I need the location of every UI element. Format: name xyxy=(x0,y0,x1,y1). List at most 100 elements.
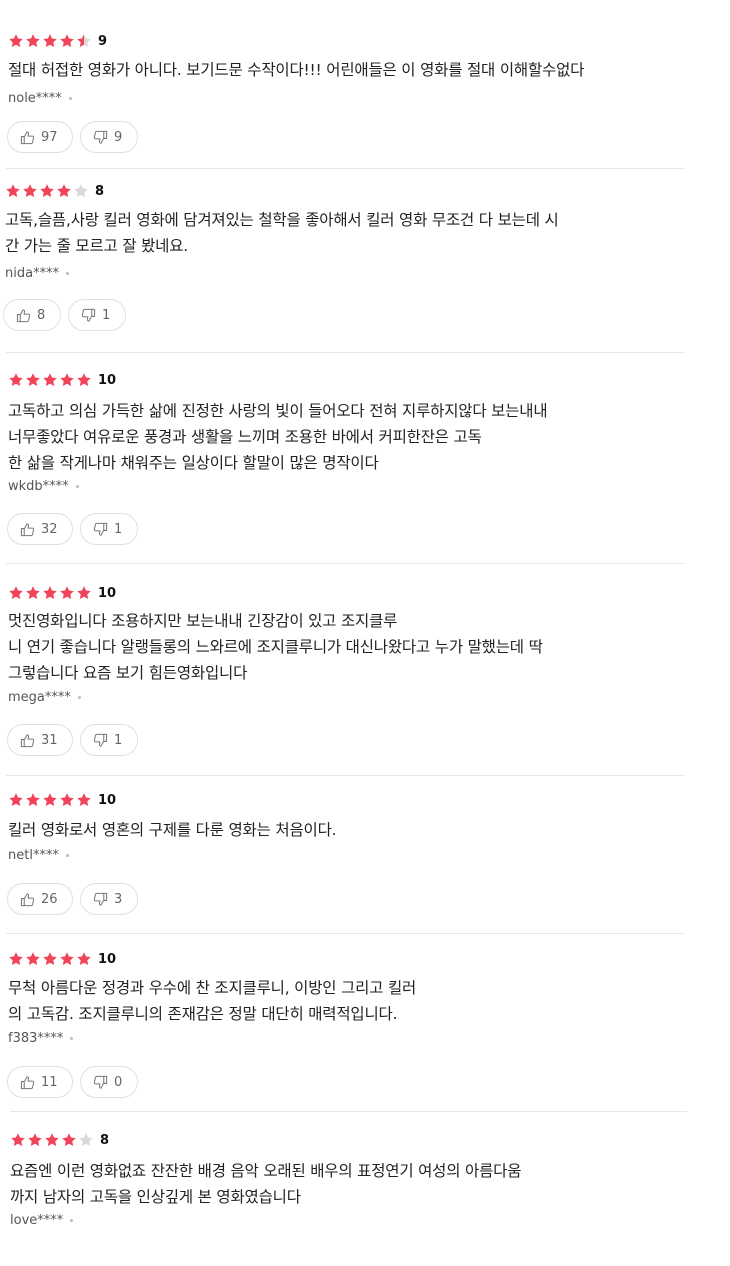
rating: 10 xyxy=(8,949,116,969)
star-filled-icon xyxy=(25,792,41,808)
dislike-button[interactable]: 1 xyxy=(68,299,126,331)
reviewer: f383**** xyxy=(8,1031,74,1046)
star-filled-icon xyxy=(42,951,58,967)
reviewer-id: love**** xyxy=(10,1213,64,1228)
star-rating xyxy=(8,792,93,808)
dislike-count: 0 xyxy=(114,1074,123,1090)
review-text: 고독하고 의심 가득한 삶에 진정한 사랑의 빛이 들어오다 전혀 지루하지않다… xyxy=(8,402,548,472)
review-list: 9 절대 허접한 영화가 아니다. 보기드문 수작이다!!! 어린애들은 이 영… xyxy=(0,0,730,1266)
dislike-button[interactable]: 1 xyxy=(80,513,138,545)
rating: 8 xyxy=(10,1130,109,1150)
star-filled-icon xyxy=(42,372,58,388)
star-empty-icon xyxy=(78,1132,94,1148)
thumbs-up-icon xyxy=(20,1075,35,1089)
star-filled-icon xyxy=(8,372,24,388)
like-count: 26 xyxy=(41,891,58,907)
vote-buttons: 8 1 xyxy=(3,299,133,331)
star-filled-icon xyxy=(76,372,92,388)
reviewer-id: mega**** xyxy=(8,690,71,705)
dislike-count: 1 xyxy=(114,521,123,537)
star-rating xyxy=(10,1132,95,1148)
star-filled-icon xyxy=(5,183,21,199)
like-count: 32 xyxy=(41,521,58,537)
reviewer-id: nole**** xyxy=(8,91,62,106)
separator-dot xyxy=(75,485,79,488)
rating: 8 xyxy=(5,181,104,201)
like-button[interactable]: 31 xyxy=(7,724,73,756)
separator-dot xyxy=(70,1037,74,1040)
reviewer-id: netl**** xyxy=(8,848,59,863)
star-rating xyxy=(8,951,93,967)
star-filled-icon xyxy=(22,183,38,199)
star-filled-icon xyxy=(8,33,24,49)
thumbs-up-icon xyxy=(20,733,35,747)
dislike-count: 9 xyxy=(114,129,123,145)
review-text: 무척 아름다운 정경과 우수에 찬 조지클루니, 이방인 그리고 킬러 의 고독… xyxy=(8,979,417,1023)
star-filled-icon xyxy=(27,1132,43,1148)
star-filled-icon xyxy=(76,792,92,808)
dislike-count: 1 xyxy=(114,732,123,748)
thumbs-up-icon xyxy=(20,892,35,906)
rating-score: 8 xyxy=(100,1132,110,1148)
dislike-button[interactable]: 9 xyxy=(80,121,138,153)
star-filled-icon xyxy=(25,951,41,967)
star-filled-icon xyxy=(25,33,41,49)
separator-dot xyxy=(66,272,70,275)
star-filled-icon xyxy=(39,183,55,199)
review-text: 멋진영화입니다 조용하지만 보는내내 긴장감이 있고 조지클루 니 연기 좋습니… xyxy=(8,612,543,682)
vote-buttons: 26 3 xyxy=(7,883,145,915)
separator-dot xyxy=(65,854,69,857)
star-filled-icon xyxy=(44,1132,60,1148)
star-filled-icon xyxy=(8,951,24,967)
dislike-button[interactable]: 0 xyxy=(80,1066,138,1098)
divider xyxy=(6,168,685,169)
star-filled-icon xyxy=(76,585,92,601)
rating-score: 9 xyxy=(98,33,108,49)
rating-score: 10 xyxy=(98,585,117,601)
star-rating xyxy=(8,33,93,49)
like-count: 11 xyxy=(41,1074,58,1090)
star-filled-icon xyxy=(59,372,75,388)
reviewer: netl**** xyxy=(8,848,69,863)
like-button[interactable]: 97 xyxy=(7,121,73,153)
vote-buttons: 32 1 xyxy=(7,513,145,545)
thumbs-down-icon xyxy=(93,1075,108,1089)
dislike-count: 3 xyxy=(114,891,123,907)
review-text: 요즘엔 이런 영화없죠 잔잔한 배경 음악 오래된 배우의 표정연기 여성의 아… xyxy=(10,1162,522,1206)
like-button[interactable]: 26 xyxy=(7,883,73,915)
rating-score: 10 xyxy=(98,372,117,388)
divider xyxy=(6,352,685,353)
thumbs-up-icon xyxy=(16,308,31,322)
star-filled-icon xyxy=(25,372,41,388)
like-button[interactable]: 11 xyxy=(7,1066,73,1098)
dislike-button[interactable]: 3 xyxy=(80,883,138,915)
thumbs-down-icon xyxy=(93,892,108,906)
like-button[interactable]: 8 xyxy=(3,299,61,331)
like-button[interactable]: 32 xyxy=(7,513,73,545)
divider xyxy=(6,563,685,564)
vote-buttons: 31 1 xyxy=(7,724,145,756)
divider xyxy=(6,775,685,776)
star-filled-icon xyxy=(25,585,41,601)
star-filled-icon xyxy=(8,585,24,601)
thumbs-up-icon xyxy=(20,522,35,536)
star-filled-icon xyxy=(61,1132,77,1148)
dislike-button[interactable]: 1 xyxy=(80,724,138,756)
reviewer-id: nida**** xyxy=(5,266,60,281)
reviewer: love**** xyxy=(10,1213,74,1228)
star-rating xyxy=(8,372,93,388)
thumbs-down-icon xyxy=(93,733,108,747)
like-count: 31 xyxy=(41,732,58,748)
reviewer: nole**** xyxy=(8,91,72,106)
thumbs-down-icon xyxy=(93,522,108,536)
star-filled-icon xyxy=(10,1132,26,1148)
star-filled-icon xyxy=(42,33,58,49)
vote-buttons: 97 9 xyxy=(7,121,145,153)
separator-dot xyxy=(77,696,81,699)
review-text: 킬러 영화로서 영혼의 구제를 다룬 영화는 처음이다. xyxy=(8,821,337,839)
reviewer: mega**** xyxy=(8,690,81,705)
like-count: 97 xyxy=(41,129,58,145)
vote-buttons: 11 0 xyxy=(7,1066,145,1098)
thumbs-down-icon xyxy=(93,130,108,144)
divider xyxy=(10,1111,687,1112)
